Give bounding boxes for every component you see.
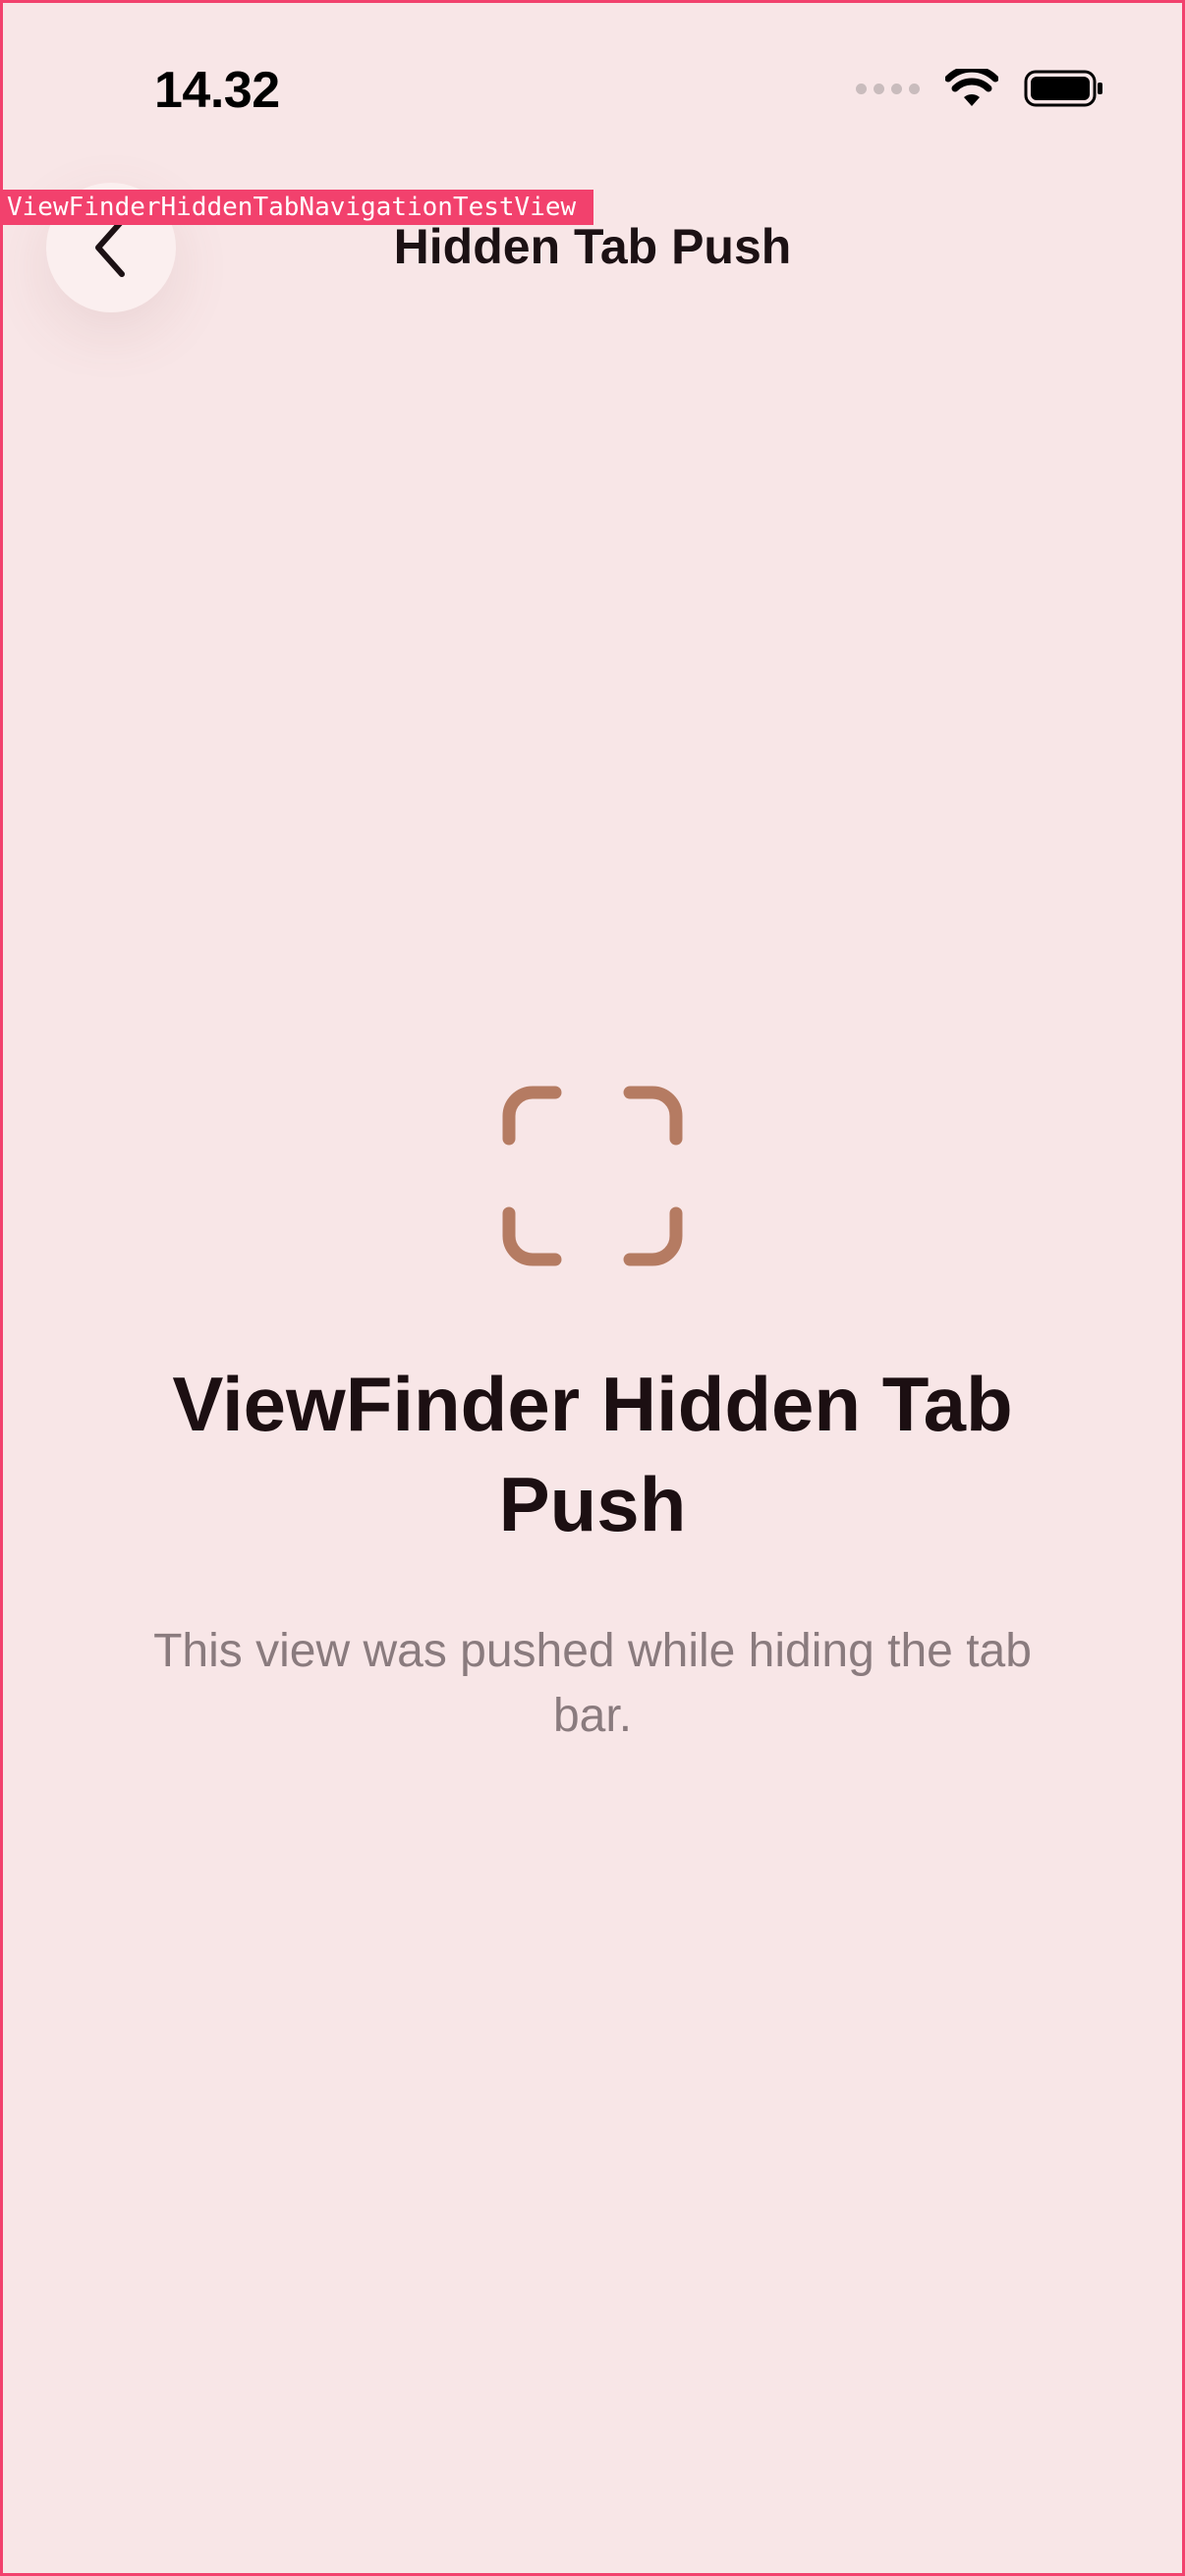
page-subtitle: This view was pushed while hiding the ta… bbox=[153, 1625, 1032, 1742]
screen-frame bbox=[0, 0, 1185, 2576]
wifi-icon bbox=[945, 69, 998, 106]
status-time: 14.32 bbox=[154, 62, 280, 119]
battery-icon bbox=[1024, 70, 1102, 107]
page-title: ViewFinder Hidden Tab Push bbox=[172, 1361, 1013, 1547]
debug-view-label: ViewFinderHiddenTabNavigationTestView bbox=[3, 190, 594, 225]
status-icons bbox=[856, 69, 1104, 108]
viewfinder-icon bbox=[502, 1086, 683, 1266]
nav-title: Hidden Tab Push bbox=[393, 219, 792, 274]
cellular-signal-icon bbox=[856, 83, 920, 94]
